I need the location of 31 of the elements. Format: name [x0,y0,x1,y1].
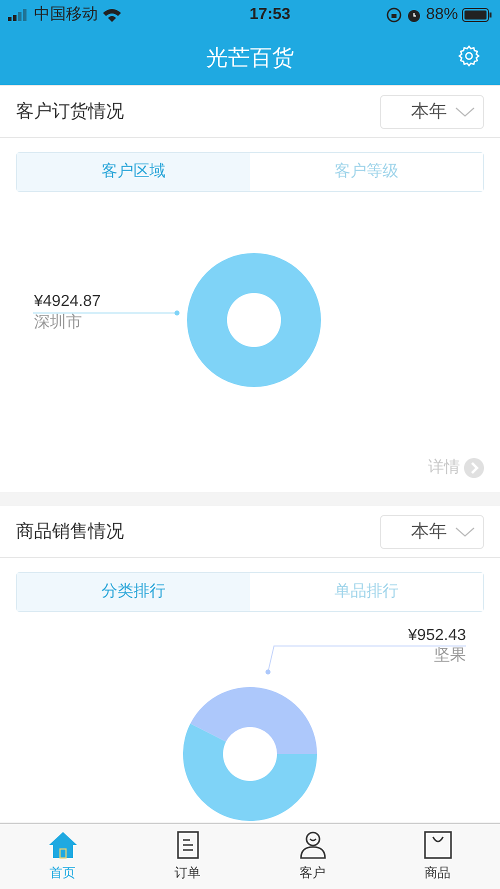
rotation-lock-icon [386,7,402,23]
shopping-bag-icon [424,830,452,859]
segment-tab[interactable]: 客户区域 [17,153,250,191]
segment-tab[interactable]: 分类排行 [17,573,250,611]
section-title: 客户订货情况 [16,100,124,123]
tab-bar-item[interactable]: 首页 [0,824,125,889]
chart-category: 坚果 [434,648,466,664]
period-dropdown[interactable]: 本年 [380,94,484,128]
settings-icon [458,45,480,67]
carrier-name: 中国移动 [34,4,98,25]
wifi-icon [102,8,122,22]
battery-percent: 88% [426,5,458,25]
person-icon [298,830,326,859]
chevron-down-icon [455,526,475,536]
chevron-right-circle-icon [464,458,484,478]
chart-value: ¥952.43 [408,628,466,644]
tab-bar-item[interactable]: 订单 [125,824,250,889]
tab-bar-item[interactable]: 客户 [250,824,375,889]
period-dropdown[interactable]: 本年 [380,514,484,548]
home-icon [48,830,78,859]
section-title: 商品销售情况 [16,520,124,543]
chevron-down-icon [455,106,475,116]
chart-value: ¥4924.87 [34,294,101,310]
app-title: 光芒百货 [206,44,294,72]
document-icon [176,830,200,859]
clock-time: 17:53 [250,5,290,25]
chart-category: 深圳市 [34,315,82,331]
settings-button[interactable] [458,45,480,67]
battery-icon [462,8,492,22]
tab-bar-item[interactable]: 商品 [375,824,500,889]
alarm-clock-icon [406,7,422,23]
